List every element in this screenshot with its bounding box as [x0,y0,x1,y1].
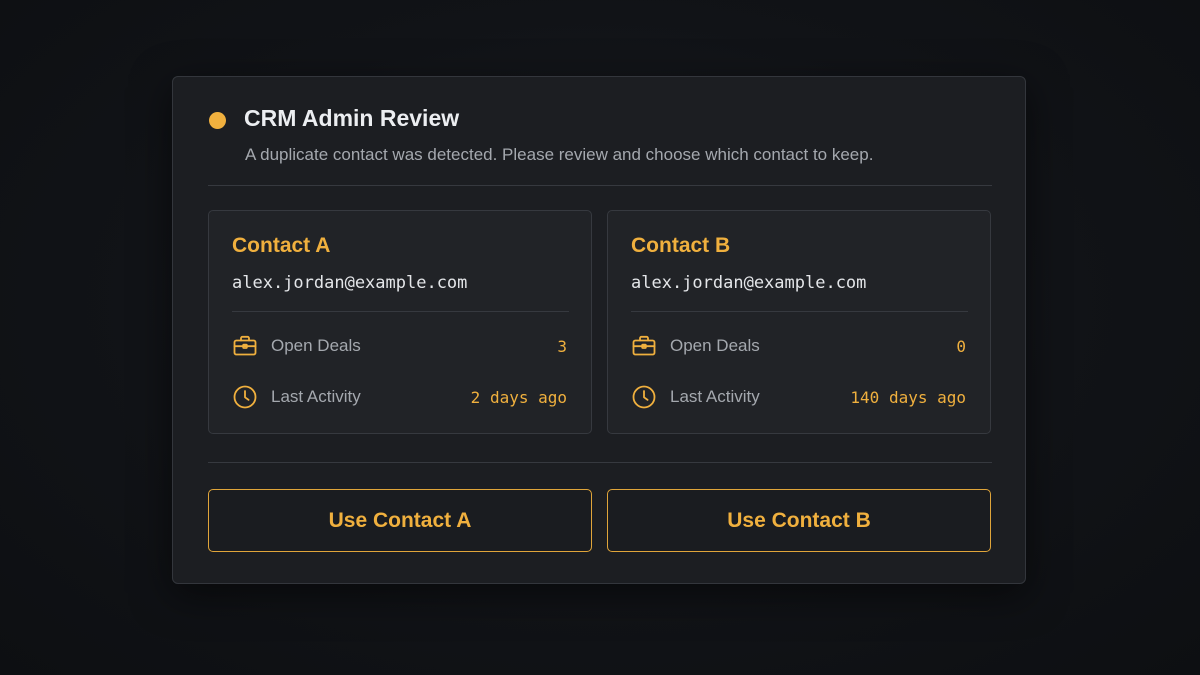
contact-a-title: Contact A [232,234,331,257]
dialog-title: CRM Admin Review [244,105,460,131]
contact-b-email: alex.jordan@example.com [631,273,867,293]
open-deals-value: 3 [557,337,567,356]
briefcase-icon [232,333,258,359]
briefcase-icon [631,333,657,359]
use-contact-a-button[interactable]: Use Contact A [208,489,592,552]
dialog-subtitle: A duplicate contact was detected. Please… [245,145,874,164]
open-deals-value: 0 [956,337,966,356]
card-divider [631,311,968,312]
footer-divider [208,462,992,463]
contact-card-a: Contact A alex.jordan@example.com Open D… [208,210,592,434]
last-activity-label: Last Activity [670,387,760,406]
clock-icon [631,384,657,410]
contact-card-b: Contact B alex.jordan@example.com Open D… [607,210,991,434]
open-deals-label: Open Deals [271,336,361,355]
clock-icon [232,384,258,410]
contact-a-email: alex.jordan@example.com [232,273,468,293]
last-activity-label: Last Activity [271,387,361,406]
last-activity-value: 2 days ago [470,388,567,407]
use-contact-b-button[interactable]: Use Contact B [607,489,991,552]
open-deals-label: Open Deals [670,336,760,355]
crm-review-dialog: CRM Admin Review A duplicate contact was… [172,76,1026,584]
card-divider [232,311,569,312]
header-divider [208,185,992,186]
contact-b-title: Contact B [631,234,731,257]
status-dot-icon [209,112,226,129]
last-activity-value: 140 days ago [850,388,966,407]
